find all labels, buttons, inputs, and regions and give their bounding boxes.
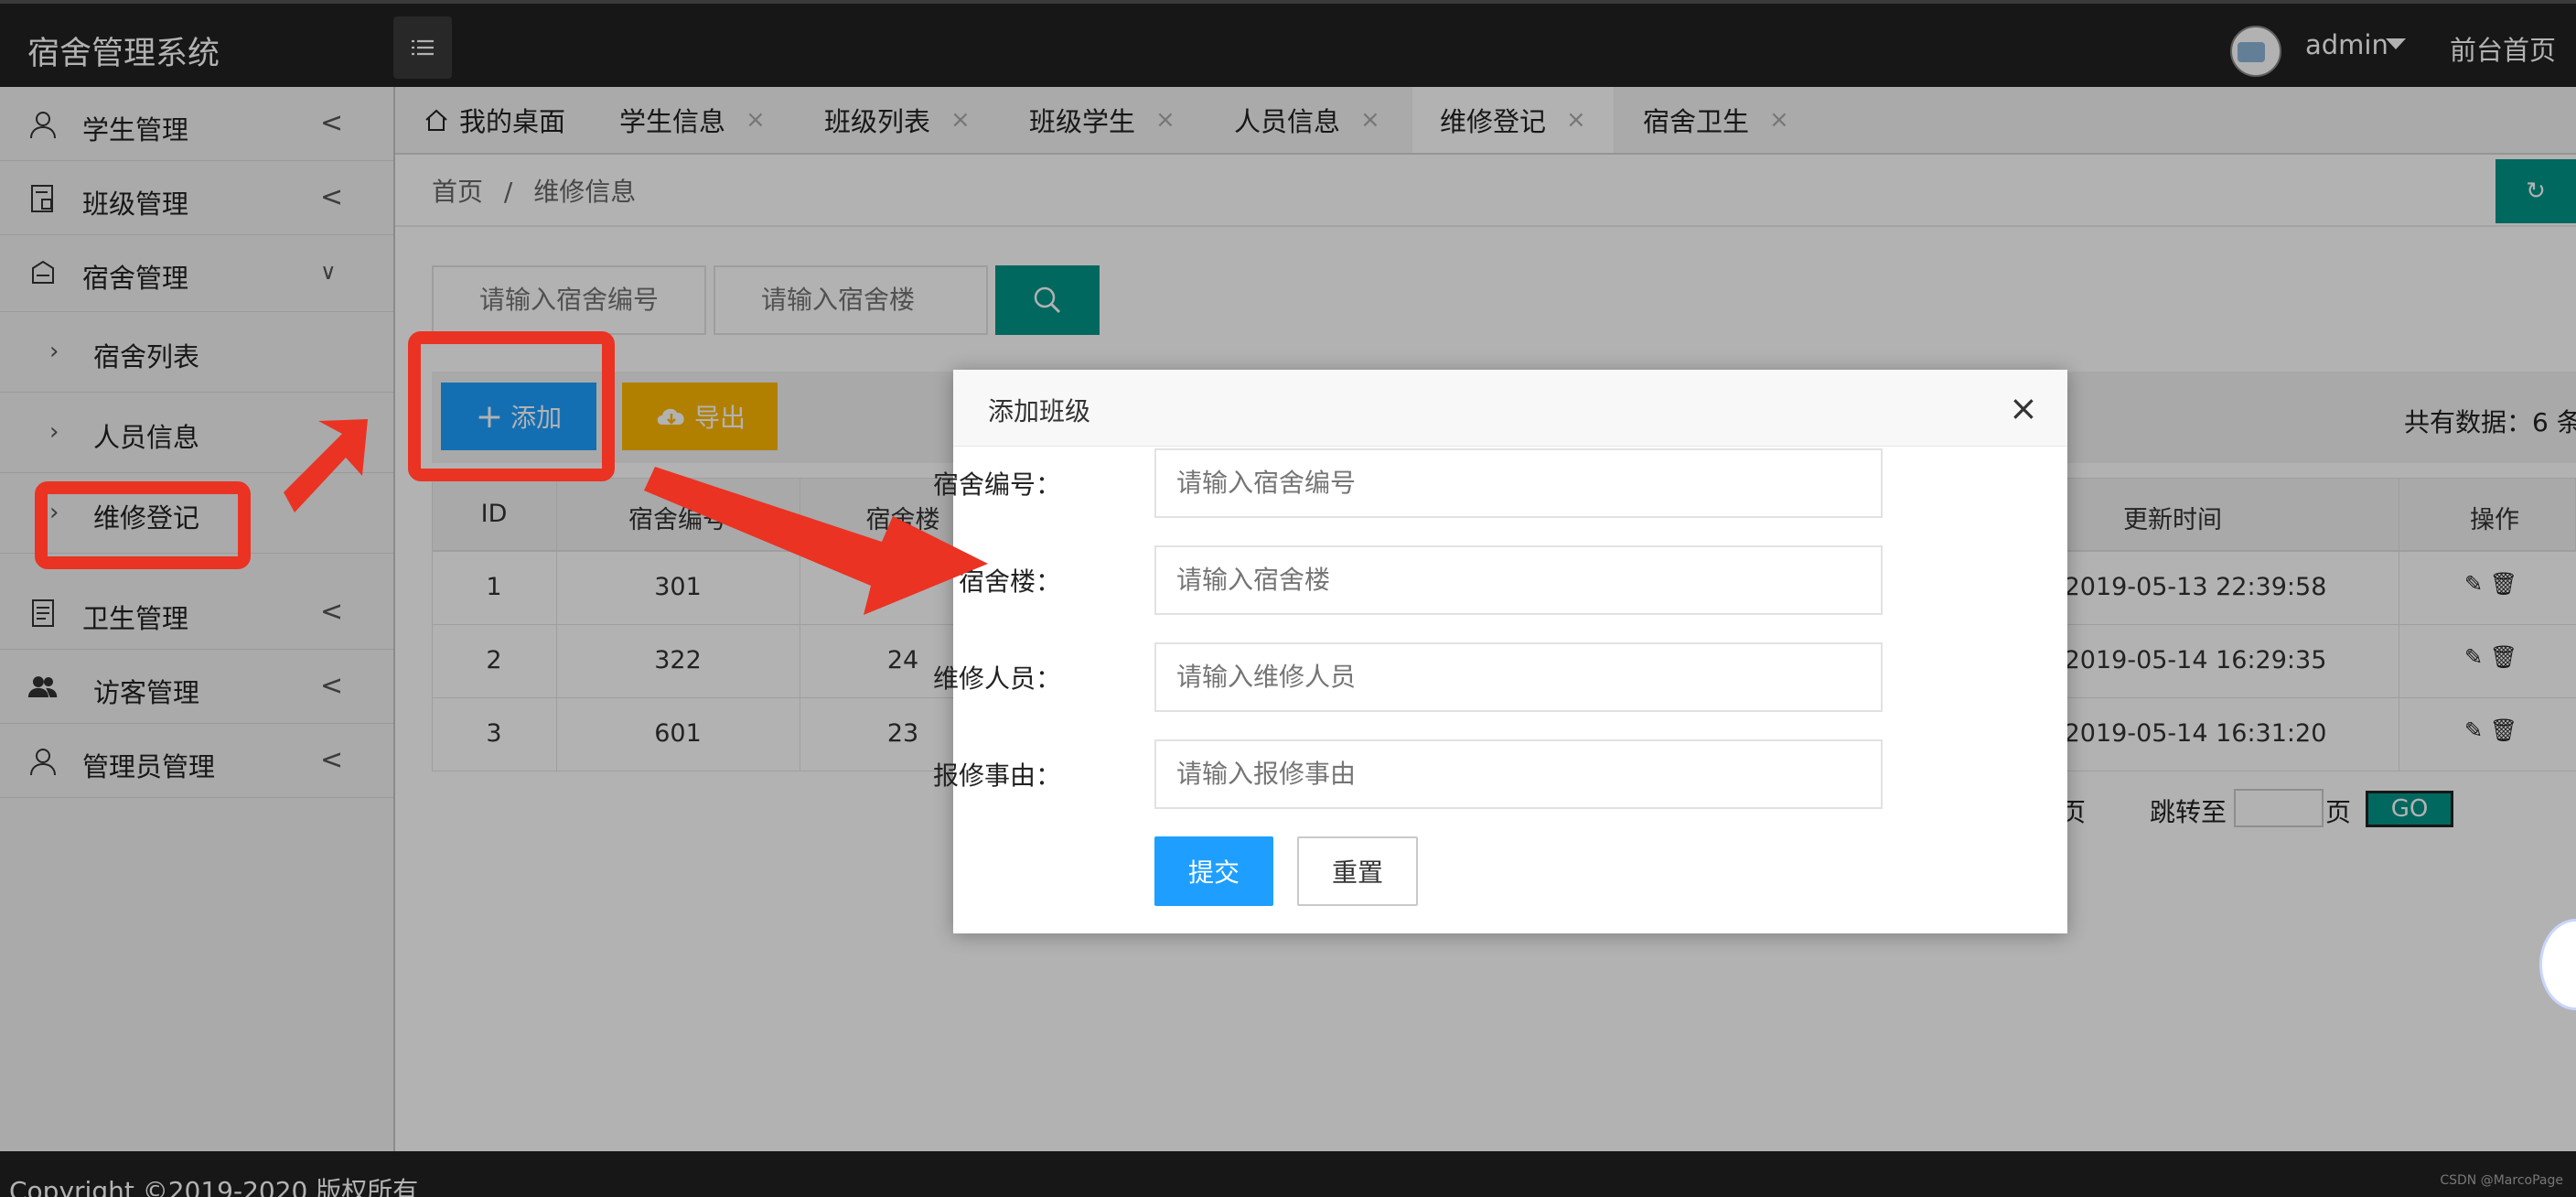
annotation-highlight-sidebar <box>35 481 251 569</box>
dialog-title: 添加班级 <box>988 396 1091 426</box>
field-label-building: 宿舍楼： <box>958 566 1061 597</box>
field-label-repair-reason: 报修事由： <box>932 760 1061 791</box>
building-input[interactable]: 请输入宿舍楼 <box>1154 545 1883 615</box>
dialog-header: 添加班级 × <box>953 370 2067 447</box>
close-icon[interactable]: × <box>2009 388 2038 428</box>
dorm-number-input[interactable]: 请输入宿舍编号 <box>1154 448 1883 518</box>
annotation-highlight-add-button <box>408 331 615 481</box>
submit-button[interactable]: 提交 <box>1154 836 1273 906</box>
reset-button[interactable]: 重置 <box>1297 836 1418 906</box>
add-dialog: 添加班级 × 宿舍编号： 请输入宿舍编号 宿舍楼： 请输入宿舍楼 维修人员： 请… <box>933 370 2067 933</box>
repair-staff-input[interactable]: 请输入维修人员 <box>1154 642 1883 712</box>
field-label-dorm-number: 宿舍编号： <box>932 469 1061 500</box>
field-label-repair-staff: 维修人员： <box>932 663 1061 694</box>
repair-reason-input[interactable]: 请输入报修事由 <box>1154 739 1883 809</box>
